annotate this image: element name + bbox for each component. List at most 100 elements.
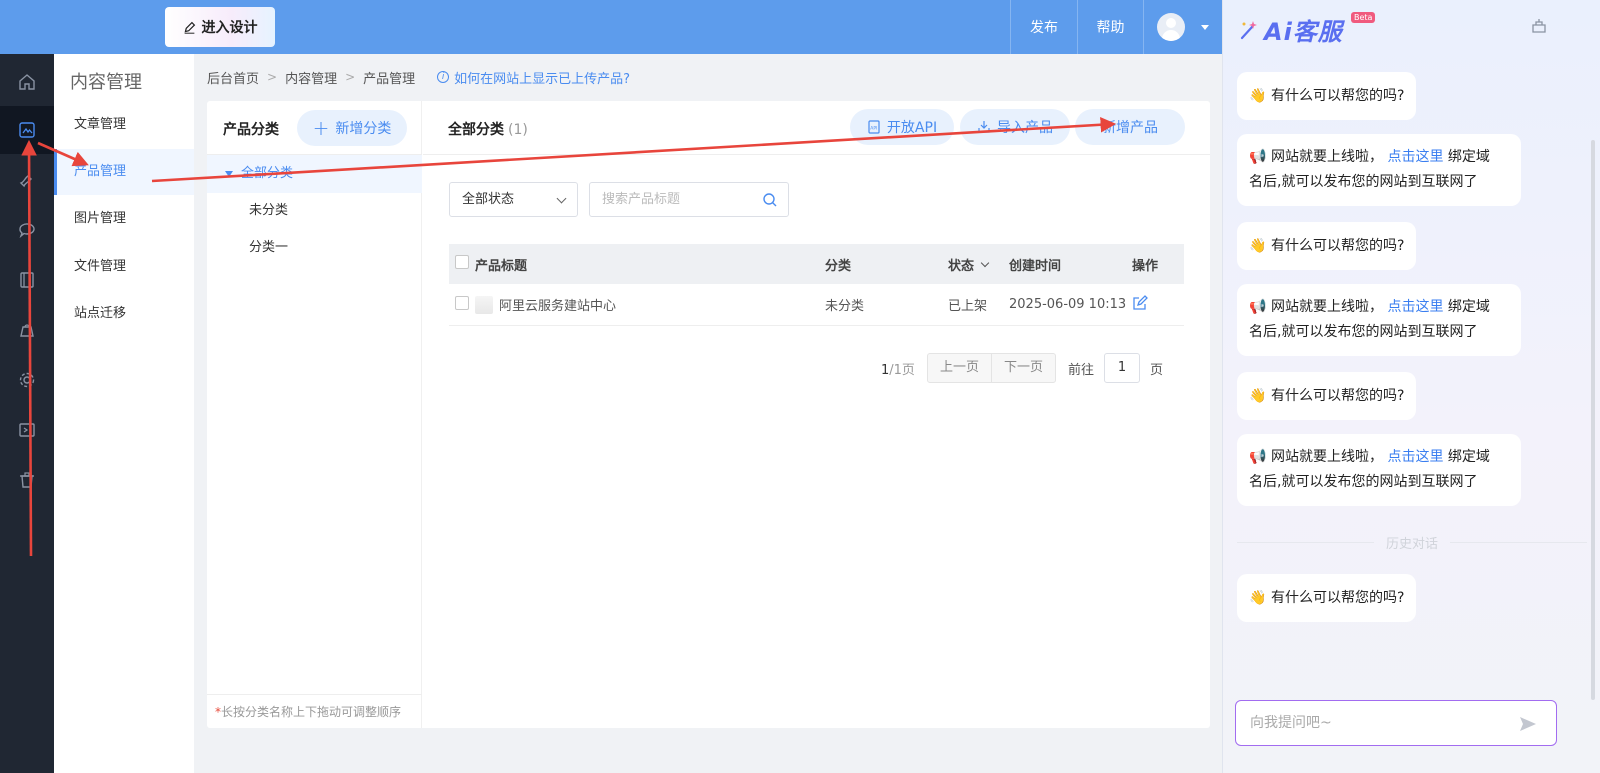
search-icon[interactable] — [762, 192, 778, 208]
tree-item-uncategorized[interactable]: 未分类 — [207, 192, 422, 230]
rail-code[interactable] — [0, 406, 54, 454]
breadcrumb-content[interactable]: 内容管理 — [285, 68, 337, 87]
open-api-button[interactable]: API 开放API — [850, 109, 954, 145]
rail-chat[interactable] — [0, 206, 54, 254]
rail-home[interactable] — [0, 58, 54, 106]
breadcrumb-products: 产品管理 — [363, 71, 416, 87]
rail-trash[interactable] — [0, 456, 54, 504]
table-header: 产品标题 分类 状态 创建时间 操作 — [449, 244, 1184, 284]
svg-text:API: API — [870, 126, 877, 132]
select-all-checkbox[interactable] — [455, 255, 469, 269]
product-list-header: 全部分类 (1) API 开放API 导入产品 新增产品 — [423, 101, 1210, 155]
chat-input[interactable] — [1236, 701, 1496, 745]
header-status[interactable]: 状态 — [948, 255, 1009, 274]
subnav-item-migration[interactable]: 站点迁移 — [54, 291, 194, 337]
message-text-line2: 名后,就可以发布您的网站到互联网了 — [1249, 324, 1478, 340]
goto-label: 前往 — [1067, 362, 1094, 378]
gear-icon — [19, 372, 35, 388]
bind-domain-link[interactable]: 点击这里 — [1387, 299, 1443, 315]
help-link-label: 如何在网站上显示已上传产品? — [454, 71, 631, 87]
rail-settings[interactable] — [0, 356, 54, 404]
bind-domain-link[interactable]: 点击这里 — [1387, 449, 1443, 465]
product-search[interactable] — [589, 182, 789, 217]
divider-line — [1450, 541, 1588, 543]
prev-page-button[interactable]: 上一页 — [926, 353, 992, 383]
caret-down-icon — [225, 170, 233, 177]
plus-icon: + — [312, 116, 330, 140]
search-input[interactable] — [590, 183, 750, 216]
message-text: 有什么可以帮您的吗? — [1271, 88, 1405, 104]
clear-chat-icon[interactable] — [1530, 17, 1548, 35]
select-all-cell — [449, 255, 475, 273]
header-title: 产品标题 — [475, 258, 528, 274]
tree-item-all[interactable]: 全部分类 — [207, 155, 422, 193]
add-category-label: 新增分类 — [335, 121, 392, 137]
row-title: 阿里云服务建站中心 — [499, 299, 617, 314]
history-divider: 历史对话 — [1237, 532, 1588, 552]
brush-icon — [19, 175, 32, 188]
subnav-item-articles[interactable]: 文章管理 — [54, 102, 194, 148]
rail-book[interactable] — [0, 256, 54, 304]
subnav-item-images[interactable]: 图片管理 — [54, 196, 194, 242]
import-product-button[interactable]: 导入产品 — [960, 109, 1070, 145]
help-button[interactable]: 帮助 — [1077, 0, 1143, 54]
product-card: 产品分类 + 新增分类 全部分类 未分类 分类一 *长按分类名称上下拖动可调整顺… — [207, 101, 1210, 728]
chat-icon — [19, 223, 35, 239]
bind-domain-link[interactable]: 点击这里 — [1387, 149, 1443, 165]
tree-item-label: 全部分类 — [241, 166, 294, 181]
row-status: 已上架 — [948, 299, 988, 314]
product-list-title: 全部分类 (1) — [448, 119, 528, 139]
edit-icon[interactable] — [1132, 294, 1148, 311]
current-category: 全部分类 — [448, 122, 504, 138]
wave-icon: 👋 — [1249, 388, 1267, 404]
message-text-line2: 名后,就可以发布您的网站到互联网了 — [1249, 474, 1478, 490]
code-icon — [19, 423, 35, 437]
chat-input-box[interactable] — [1235, 700, 1557, 746]
user-menu[interactable] — [1143, 0, 1222, 54]
row-category: 未分类 — [825, 299, 865, 314]
import-product-label: 导入产品 — [997, 120, 1053, 136]
status-filter-select[interactable]: 全部状态 — [449, 182, 578, 217]
beta-badge: Beta — [1351, 12, 1376, 23]
add-product-button[interactable]: 新增产品 — [1075, 109, 1185, 145]
header-created: 创建时间 — [1009, 258, 1062, 274]
bag-icon — [20, 324, 34, 337]
row-created: 2025-06-09 10:13 — [1009, 297, 1127, 312]
publish-button[interactable]: 发布 — [1010, 0, 1077, 54]
tree-item-category-one[interactable]: 分类一 — [207, 229, 422, 267]
header-status-label: 状态 — [948, 258, 975, 274]
row-actions — [1132, 294, 1184, 315]
chat-scrollbar[interactable] — [1591, 140, 1595, 700]
chat-message-greeting: 👋 有什么可以帮您的吗? — [1237, 72, 1417, 120]
rail-bag[interactable] — [0, 306, 54, 354]
pagination: 1/1页 上一页 下一页 前往 1 页 — [881, 353, 1163, 383]
wave-icon: 👋 — [1249, 88, 1267, 104]
header-action: 操作 — [1132, 258, 1159, 274]
goto-page-input[interactable]: 1 — [1103, 353, 1140, 383]
row-checkbox[interactable] — [455, 295, 469, 310]
chevron-down-icon — [980, 258, 990, 267]
rail-brush[interactable] — [0, 156, 54, 204]
rail-content[interactable] — [0, 106, 54, 154]
enter-design-button[interactable]: 进入设计 — [165, 7, 275, 47]
total-pages: /1页 — [889, 362, 915, 378]
page-indicator: 1/1页 — [881, 359, 915, 378]
message-text-line2: 名后,就可以发布您的网站到互联网了 — [1249, 174, 1478, 190]
subnav-item-files[interactable]: 文件管理 — [54, 244, 194, 290]
category-panel: 产品分类 + 新增分类 全部分类 未分类 分类一 *长按分类名称上下拖动可调整顺… — [207, 101, 422, 728]
add-category-button[interactable]: + 新增分类 — [297, 110, 407, 146]
goto-suffix: 页 — [1149, 362, 1163, 378]
message-text: 网站就要上线啦， — [1271, 449, 1383, 465]
category-hint: *长按分类名称上下拖动可调整顺序 — [207, 694, 422, 728]
breadcrumb: 后台首页 > 内容管理 > 产品管理 i 如何在网站上显示已上传产品? — [207, 66, 630, 88]
message-text: 绑定域 — [1447, 449, 1490, 465]
avatar[interactable] — [1157, 13, 1185, 41]
send-icon[interactable] — [1518, 714, 1538, 734]
content-subnav: 内容管理 文章管理 产品管理 图片管理 文件管理 站点迁移 — [54, 54, 194, 773]
ai-assistant-panel: Ai客服 Beta 👋 有什么可以帮您的吗? 📢 网站就要上线啦， 点击这里 绑定域… — [1222, 0, 1600, 773]
breadcrumb-home[interactable]: 后台首页 — [207, 68, 259, 87]
help-link[interactable]: i 如何在网站上显示已上传产品? — [437, 68, 630, 87]
next-page-button[interactable]: 下一页 — [991, 353, 1056, 383]
product-table: 产品标题 分类 状态 创建时间 操作 阿里云服务建站中心 未分类 已上架 202… — [449, 244, 1184, 326]
subnav-item-products[interactable]: 产品管理 — [54, 149, 194, 195]
